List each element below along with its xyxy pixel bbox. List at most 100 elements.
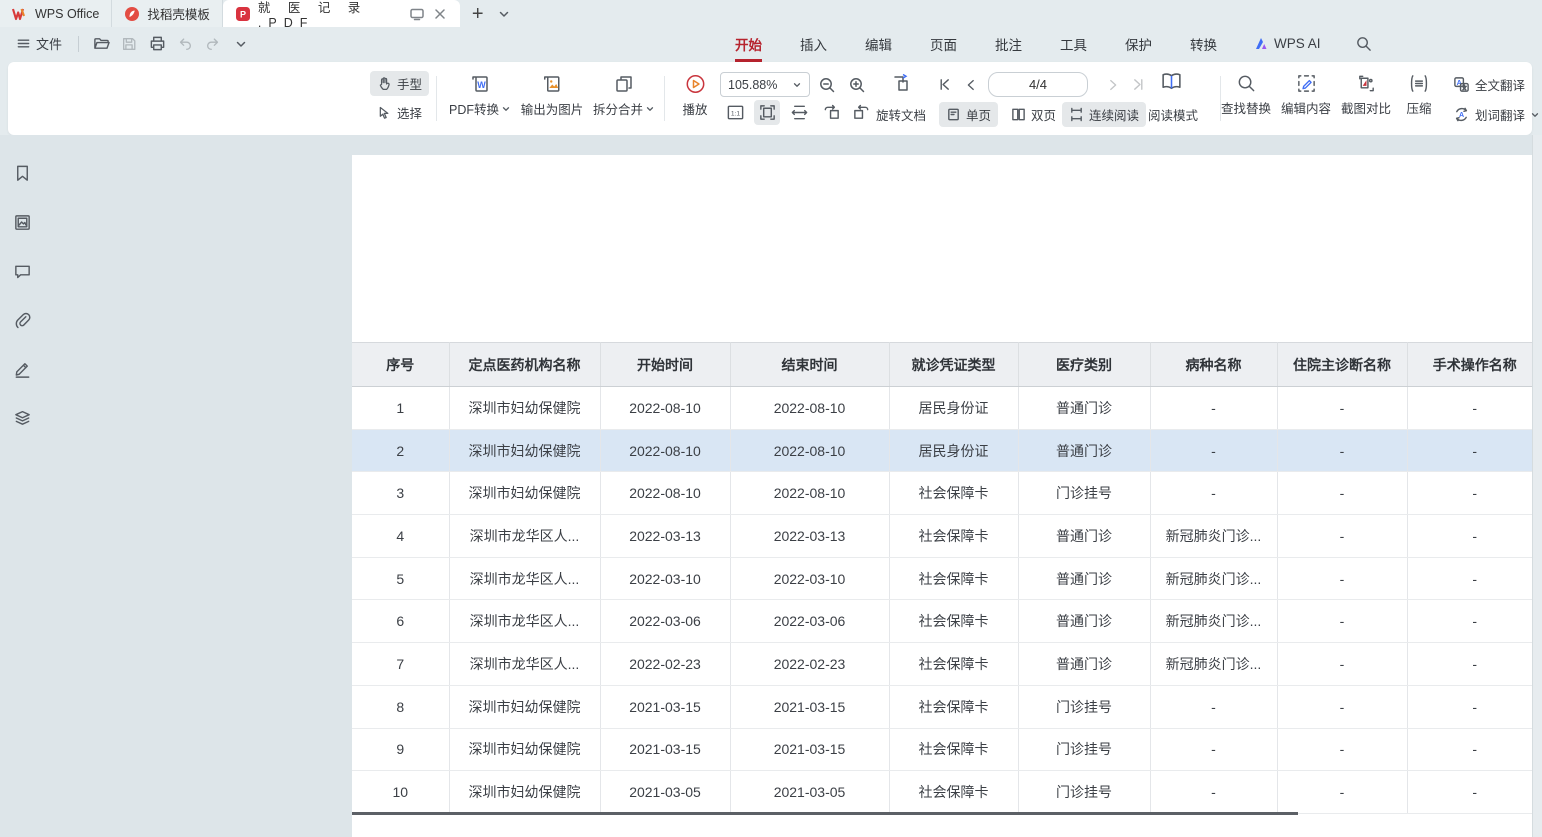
- prev-page-button[interactable]: [958, 72, 984, 97]
- docer-icon: [124, 6, 140, 22]
- menu-comment[interactable]: 批注: [993, 30, 1024, 58]
- rotate-pages-button[interactable]: [888, 70, 914, 95]
- export-image-button[interactable]: 输出为图片: [521, 73, 584, 118]
- undo-button[interactable]: [173, 32, 197, 56]
- table-cell: 居民身份证: [889, 429, 1018, 472]
- single-page-icon: [946, 107, 961, 122]
- hamburger-icon: [16, 36, 31, 51]
- search-icon[interactable]: [1355, 35, 1372, 52]
- split-merge-button[interactable]: 拆分合并: [593, 73, 655, 118]
- file-menu-label: 文件: [36, 34, 62, 53]
- rotate-left-button[interactable]: [818, 100, 844, 125]
- table-cell: -: [1150, 771, 1277, 814]
- tab-list-chevron-icon[interactable]: [498, 8, 510, 20]
- table-cell: 2022-03-06: [730, 600, 889, 643]
- double-page-icon: [1011, 107, 1026, 122]
- table-cell: 社会保障卡: [889, 472, 1018, 515]
- actual-size-button[interactable]: 1:1: [722, 100, 748, 125]
- first-page-button[interactable]: [931, 72, 957, 97]
- zoom-out-button[interactable]: [814, 72, 840, 97]
- table-cell: 4: [352, 515, 449, 558]
- read-mode-icon: [1158, 69, 1184, 94]
- hand-tool-button[interactable]: 手型: [370, 71, 429, 96]
- menu-convert[interactable]: 转换: [1188, 30, 1219, 58]
- svg-text:A: A: [1459, 111, 1464, 119]
- compress-button[interactable]: 压缩: [1406, 73, 1431, 117]
- table-cell: 社会保障卡: [889, 771, 1018, 814]
- rotate-right-button[interactable]: [848, 100, 874, 125]
- table-cell: -: [1277, 472, 1407, 515]
- layers-panel-button[interactable]: [9, 405, 35, 431]
- screenshot-compare-button[interactable]: 截图对比: [1341, 73, 1391, 117]
- col-header: 开始时间: [600, 343, 730, 387]
- file-menu-button[interactable]: 文件: [10, 31, 68, 56]
- table-cell: -: [1407, 600, 1542, 643]
- continuous-read-label: 连续阅读: [1089, 105, 1139, 124]
- sign-panel-button[interactable]: [9, 356, 35, 382]
- menu-tools[interactable]: 工具: [1058, 30, 1089, 58]
- single-page-button[interactable]: 单页: [939, 102, 998, 127]
- monitor-icon[interactable]: [409, 6, 425, 22]
- page-indicator-field[interactable]: [988, 72, 1088, 97]
- tab-docer[interactable]: 找稻壳模板: [112, 0, 223, 27]
- new-tab-button[interactable]: +: [472, 4, 484, 24]
- read-mode-label[interactable]: 阅读模式: [1148, 105, 1198, 124]
- wps-ai-button[interactable]: WPS AI: [1253, 36, 1321, 52]
- menu-page[interactable]: 页面: [928, 30, 959, 58]
- save-button[interactable]: [117, 32, 141, 56]
- redo-button[interactable]: [201, 32, 225, 56]
- fit-width-button[interactable]: [786, 100, 812, 125]
- continuous-read-button[interactable]: 连续阅读: [1062, 102, 1146, 127]
- zoom-in-button[interactable]: [844, 72, 870, 97]
- full-translate-icon: A: [1453, 76, 1470, 93]
- last-page-button[interactable]: [1125, 72, 1151, 97]
- table-cell: 深圳市妇幼保健院: [449, 472, 600, 515]
- table-cell: 2021-03-05: [600, 771, 730, 814]
- find-replace-button[interactable]: 查找替换: [1221, 73, 1271, 117]
- menu-protect[interactable]: 保护: [1123, 30, 1154, 58]
- tab-document[interactable]: P 就 医 记 录 .PDF: [223, 0, 460, 27]
- compress-label: 压缩: [1406, 98, 1431, 117]
- next-page-button[interactable]: [1100, 72, 1126, 97]
- zoom-level-dropdown[interactable]: 105.88%: [720, 72, 810, 97]
- table-cell: 2022-03-10: [730, 557, 889, 600]
- open-file-button[interactable]: [89, 32, 113, 56]
- table-header-row: 序号 定点医药机构名称 开始时间 结束时间 就诊凭证类型 医疗类别 病种名称 住…: [352, 343, 1542, 387]
- table-cell: 2022-08-10: [600, 429, 730, 472]
- pdf-convert-button[interactable]: W PDF转换: [449, 73, 511, 118]
- table-cell: 社会保障卡: [889, 685, 1018, 728]
- menu-edit[interactable]: 编辑: [863, 30, 894, 58]
- rotate-doc-label[interactable]: 旋转文档: [876, 105, 926, 124]
- print-button[interactable]: [145, 32, 169, 56]
- table-cell: -: [1407, 643, 1542, 686]
- table-cell: 1: [352, 387, 449, 430]
- fit-page-button[interactable]: [754, 100, 780, 125]
- wps-ai-label: WPS AI: [1274, 36, 1321, 51]
- menu-home[interactable]: 开始: [733, 30, 764, 58]
- play-button[interactable]: 播放: [682, 73, 707, 118]
- single-page-label: 单页: [966, 105, 991, 124]
- table-cell: 门诊挂号: [1018, 771, 1150, 814]
- attachments-panel-button[interactable]: [9, 307, 35, 333]
- table-cell: 社会保障卡: [889, 557, 1018, 600]
- edit-content-button[interactable]: 编辑内容: [1281, 73, 1331, 117]
- select-tool-button[interactable]: 选择: [370, 100, 429, 125]
- pdf-page[interactable]: 序号 定点医药机构名称 开始时间 结束时间 就诊凭证类型 医疗类别 病种名称 住…: [352, 155, 1542, 837]
- table-row: 3深圳市妇幼保健院2022-08-102022-08-10社会保障卡门诊挂号--…: [352, 472, 1542, 515]
- quickbar-chevron-icon[interactable]: [229, 32, 253, 56]
- thumbnails-panel-button[interactable]: [9, 209, 35, 235]
- full-translate-button[interactable]: A 全文翻译: [1446, 72, 1532, 97]
- table-cell: 普通门诊: [1018, 515, 1150, 558]
- col-header: 序号: [352, 343, 449, 387]
- vertical-scrollbar[interactable]: [1532, 135, 1542, 837]
- table-cell: 深圳市龙华区人...: [449, 600, 600, 643]
- menu-insert[interactable]: 插入: [798, 30, 829, 58]
- tab-docer-label: 找稻壳模板: [147, 4, 210, 23]
- tab-wps-office[interactable]: WPS Office: [0, 0, 112, 27]
- close-tab-icon[interactable]: [432, 6, 448, 22]
- double-page-label: 双页: [1031, 105, 1056, 124]
- bookmarks-panel-button[interactable]: [9, 160, 35, 186]
- comments-panel-button[interactable]: [9, 258, 35, 284]
- side-rail: [0, 145, 44, 431]
- word-translate-button[interactable]: A 划词翻译: [1446, 102, 1542, 127]
